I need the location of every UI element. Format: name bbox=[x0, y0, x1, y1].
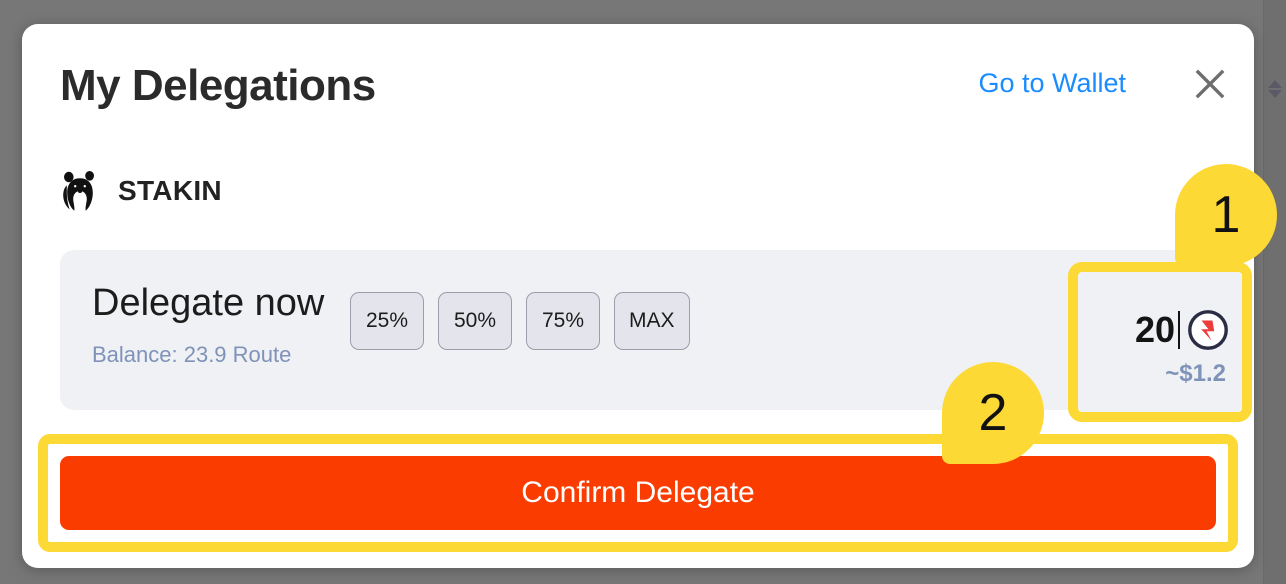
annotation-badge-2: 2 bbox=[942, 362, 1044, 464]
delegate-now-label: Delegate now bbox=[92, 282, 325, 324]
triangle-down-icon[interactable] bbox=[1268, 90, 1282, 98]
go-to-wallet-link[interactable]: Go to Wallet bbox=[978, 68, 1126, 99]
modal-header: My Delegations Go to Wallet bbox=[22, 24, 1254, 134]
balance-label: Balance: 23.9 Route bbox=[92, 342, 292, 367]
delegate-panel: Delegate now Balance: 23.9 Route 25% 50%… bbox=[60, 250, 1252, 422]
delegate-panel-left: Delegate now Balance: 23.9 Route bbox=[92, 284, 324, 368]
my-delegations-modal: My Delegations Go to Wallet STAKIN Deleg… bbox=[22, 24, 1277, 568]
percent-button-25[interactable]: 25% bbox=[350, 292, 424, 350]
validator-name: STAKIN bbox=[118, 175, 222, 206]
panda-logo-icon bbox=[60, 170, 100, 212]
amount-input-highlight bbox=[1068, 262, 1252, 422]
percent-button-50[interactable]: 50% bbox=[438, 292, 512, 350]
confirm-button-highlight bbox=[38, 434, 1238, 552]
validator-row: STAKIN bbox=[60, 170, 222, 212]
close-icon[interactable] bbox=[1190, 64, 1230, 104]
page-title: My Delegations bbox=[60, 61, 376, 110]
annotation-badge-1: 1 bbox=[1175, 164, 1277, 266]
percent-button-group: 25% 50% 75% MAX bbox=[350, 292, 690, 350]
page-scrollbar[interactable] bbox=[1263, 0, 1286, 584]
triangle-up-icon[interactable] bbox=[1268, 80, 1282, 88]
percent-button-max[interactable]: MAX bbox=[614, 292, 690, 350]
scrollbar-arrows[interactable] bbox=[1268, 80, 1282, 98]
percent-button-75[interactable]: 75% bbox=[526, 292, 600, 350]
